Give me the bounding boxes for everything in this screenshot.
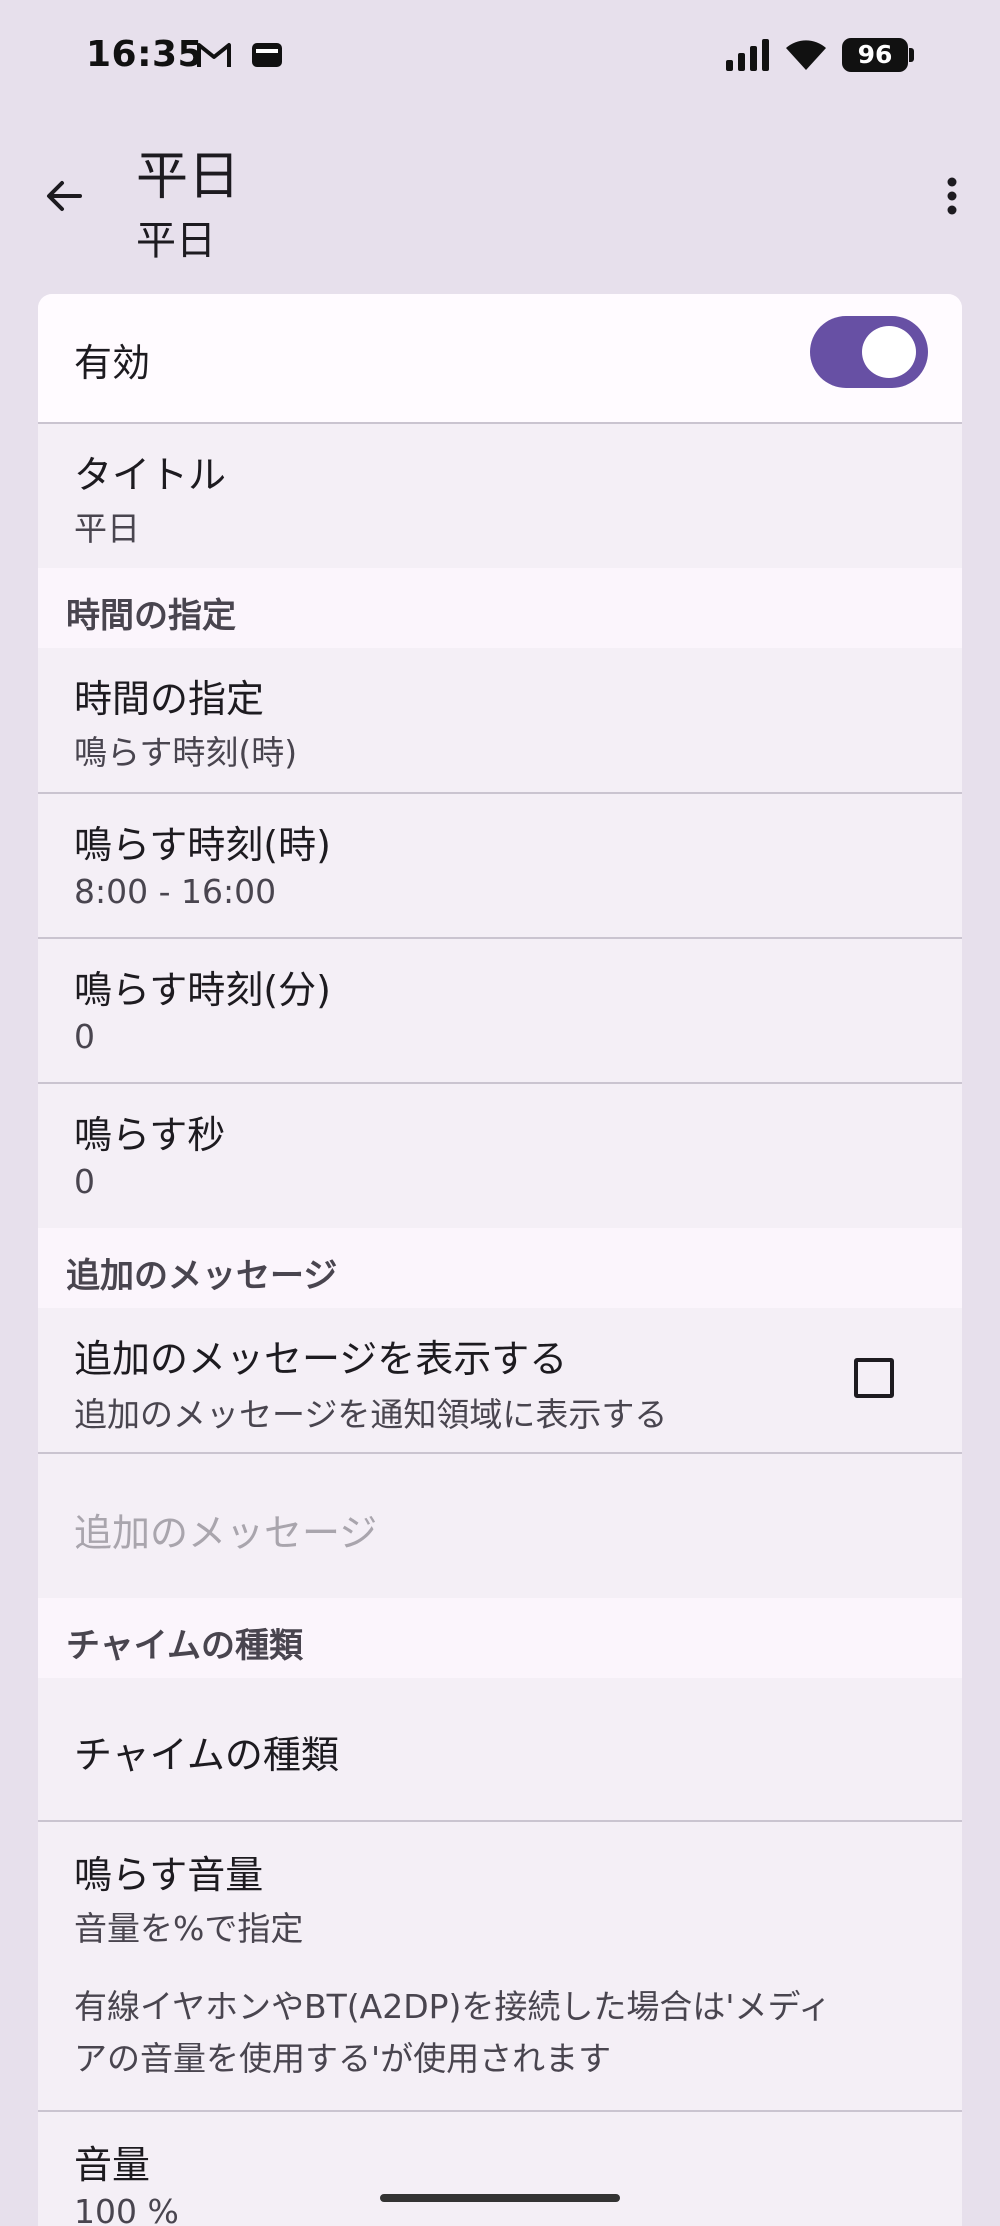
time-spec-title: 時間の指定 (74, 677, 265, 721)
second-summary: 0 (74, 1162, 95, 1201)
gesture-navigation-bar[interactable] (380, 2194, 620, 2202)
app-bar: 平日 平日 (0, 112, 1000, 292)
message-title: 追加のメッセージ (74, 1511, 378, 1555)
title-pref-summary: 平日 (74, 509, 140, 548)
title-row[interactable]: タイトル 平日 (38, 424, 962, 568)
minute-title: 鳴らす時刻(分) (74, 968, 331, 1012)
signal-icon (726, 39, 769, 71)
battery-level: 96 (842, 38, 908, 72)
section-label-time: 時間の指定 (66, 596, 236, 636)
enabled-switch[interactable] (810, 316, 928, 388)
volume-mode-summary: 音量を%で指定 (74, 1909, 304, 1948)
section-label-message: 追加のメッセージ (66, 1256, 338, 1296)
second-row[interactable]: 鳴らす秒 0 (38, 1084, 962, 1228)
switch-thumb (862, 326, 916, 378)
chime-type-row[interactable]: チャイムの種類 (38, 1678, 962, 1822)
show-message-checkbox[interactable] (854, 1358, 894, 1398)
volume-mode-title: 鳴らす音量 (74, 1853, 264, 1897)
card-icon (252, 43, 282, 67)
gmail-icon (197, 43, 231, 67)
more-options-button[interactable] (920, 160, 984, 232)
status-time: 16:35 (86, 34, 204, 75)
message-row: 追加のメッセージ (38, 1454, 962, 1598)
hour-title: 鳴らす時刻(時) (74, 823, 331, 867)
volume-title: 音量 (74, 2143, 151, 2187)
section-header-chime: チャイムの種類 (38, 1598, 962, 1678)
hour-summary: 8:00 - 16:00 (74, 872, 277, 911)
volume-mode-row[interactable]: 鳴らす音量 音量を%で指定 有線イヤホンやBT(A2DP)を接続した場合は'メデ… (38, 1822, 962, 2112)
minute-row[interactable]: 鳴らす時刻(分) 0 (38, 939, 962, 1084)
preference-list: 有効 タイトル 平日 時間の指定 時間の指定 鳴らす時刻(時) 鳴らす時刻(時)… (38, 294, 962, 2226)
title-pref-title: タイトル (74, 453, 227, 497)
volume-summary: 100 % (74, 2192, 179, 2226)
chime-type-title: チャイムの種類 (74, 1733, 339, 1777)
show-message-title: 追加のメッセージを表示する (74, 1337, 568, 1381)
page-subtitle: 平日 (136, 218, 216, 264)
section-header-message: 追加のメッセージ (38, 1228, 962, 1308)
volume-mode-note-line2: アの音量を使用する'が使用されます (74, 2039, 612, 2078)
back-button[interactable] (28, 160, 100, 232)
section-label-chime: チャイムの種類 (66, 1626, 303, 1666)
battery-icon: 96 (842, 38, 914, 72)
show-message-summary: 追加のメッセージを通知領域に表示する (74, 1395, 668, 1434)
back-arrow-icon (47, 181, 82, 211)
hour-row[interactable]: 鳴らす時刻(時) 8:00 - 16:00 (38, 794, 962, 939)
second-title: 鳴らす秒 (74, 1113, 226, 1157)
volume-row[interactable]: 音量 100 % (38, 2112, 962, 2226)
show-message-row[interactable]: 追加のメッセージを表示する 追加のメッセージを通知領域に表示する (38, 1308, 962, 1454)
volume-mode-note-line1: 有線イヤホンやBT(A2DP)を接続した場合は'メディ (74, 1987, 832, 2026)
more-vert-icon (947, 177, 957, 215)
page-title: 平日 (136, 147, 241, 207)
enabled-row[interactable]: 有効 (38, 294, 962, 424)
enabled-title: 有効 (74, 341, 151, 385)
wifi-icon (786, 40, 826, 70)
minute-summary: 0 (74, 1017, 95, 1056)
time-spec-row[interactable]: 時間の指定 鳴らす時刻(時) (38, 648, 962, 794)
status-bar: 16:35 96 (0, 0, 1000, 112)
section-header-time: 時間の指定 (38, 568, 962, 648)
time-spec-summary: 鳴らす時刻(時) (74, 733, 298, 772)
